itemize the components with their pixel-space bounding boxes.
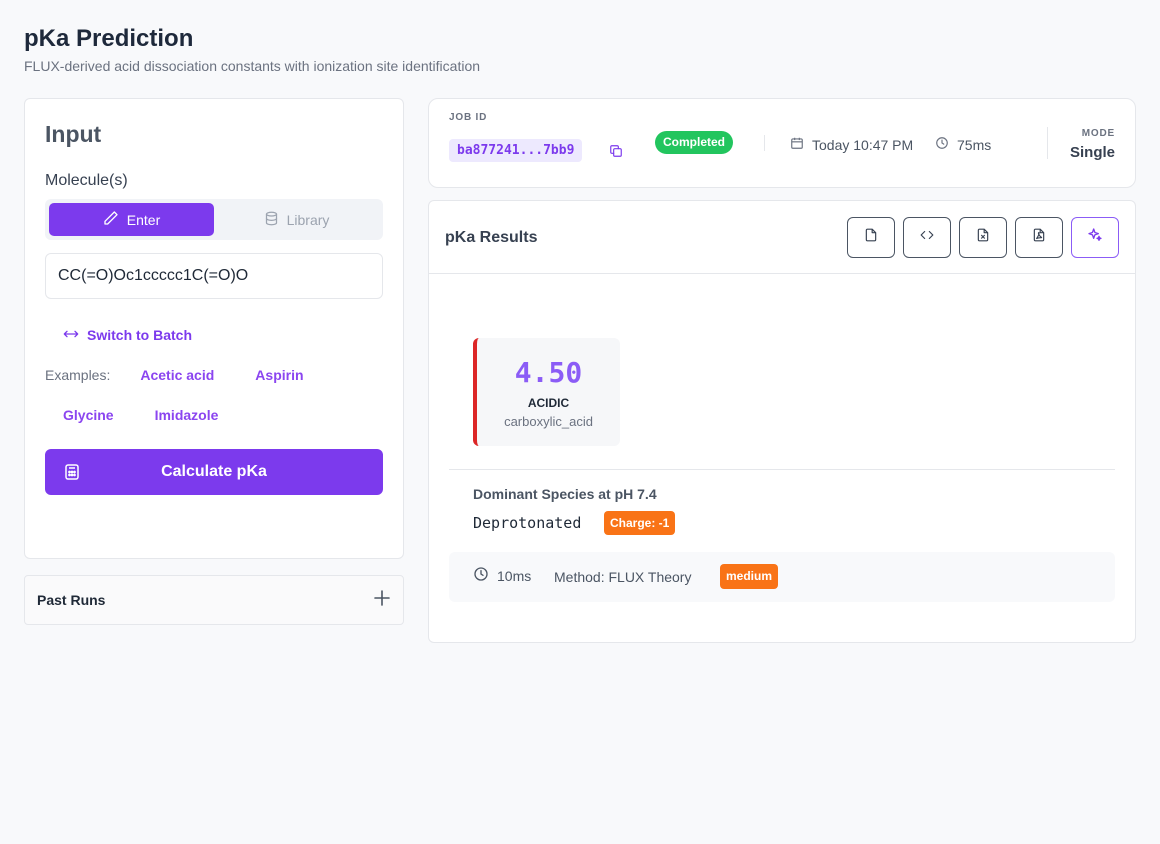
results-card: pKa Results 4.50 ACIDIC carboxylic_acid …	[428, 200, 1136, 643]
pdf-icon	[1032, 227, 1046, 248]
tab-library-label: Library	[286, 211, 330, 228]
past-runs-accordion[interactable]: Past Runs	[24, 575, 404, 625]
page-header: pKa Prediction FLUX-derived acid dissoci…	[24, 24, 480, 74]
switch-to-batch-link[interactable]: Switch to Batch	[63, 325, 383, 345]
job-divider	[764, 135, 765, 151]
charge-badge: Charge: -1	[604, 511, 676, 535]
pka-type: ACIDIC	[527, 396, 570, 410]
status-badge: Completed	[655, 131, 734, 154]
clock-icon	[473, 566, 489, 585]
compute-time: 10ms	[473, 566, 531, 585]
dominant-species-title: Dominant Species at pH 7.4	[473, 486, 657, 502]
database-icon	[264, 211, 279, 229]
calendar-icon	[790, 136, 804, 153]
job-date: Today 10:47 PM	[790, 136, 913, 153]
example-imidazole[interactable]: Imidazole	[155, 407, 219, 423]
excel-icon	[976, 227, 990, 248]
results-title: pKa Results	[445, 229, 538, 246]
example-acetic-acid[interactable]: Acetic acid	[140, 367, 214, 383]
job-id-label: JOB ID	[449, 112, 488, 123]
tab-enter-label: Enter	[126, 211, 161, 228]
pencil-icon	[103, 210, 119, 229]
confidence-badge: medium	[720, 564, 779, 589]
page-title: pKa Prediction	[24, 25, 194, 52]
copy-icon[interactable]	[609, 144, 623, 163]
tab-library[interactable]: Library	[214, 203, 379, 236]
molecule-label: Molecule(s)	[45, 172, 128, 189]
mode-value: Single	[1069, 144, 1115, 161]
export-json-button[interactable]	[903, 217, 951, 258]
example-glycine[interactable]: Glycine	[63, 407, 114, 423]
results-divider	[449, 469, 1115, 470]
input-panel: Input Molecule(s) Enter Library Switch t…	[24, 98, 404, 559]
job-id-value: ba877241...7bb9	[449, 139, 583, 162]
input-title: Input	[45, 121, 102, 147]
results-header: pKa Results	[429, 201, 1135, 274]
sparkle-icon	[1087, 227, 1103, 248]
plus-icon[interactable]	[373, 589, 391, 612]
pka-site-card: 4.50 ACIDIC carboxylic_acid	[473, 338, 620, 446]
job-date-text: Today 10:47 PM	[812, 136, 914, 153]
pka-value: 4.50	[514, 356, 583, 389]
switch-to-batch-label: Switch to Batch	[87, 327, 193, 343]
file-icon	[864, 227, 878, 248]
job-info-card: JOB ID ba877241...7bb9 Completed Today 1…	[428, 98, 1136, 188]
export-file-button[interactable]	[847, 217, 895, 258]
examples-row-2: Glycine Imidazole	[63, 407, 383, 423]
example-aspirin[interactable]: Aspirin	[255, 367, 303, 383]
mode-label: MODE	[1081, 128, 1115, 139]
examples-row: Examples: Acetic acid Aspirin	[45, 367, 383, 383]
export-excel-button[interactable]	[959, 217, 1007, 258]
export-pdf-button[interactable]	[1015, 217, 1063, 258]
method-text: Method: FLUX Theory	[554, 569, 692, 585]
molecule-input[interactable]	[45, 253, 383, 299]
past-runs-label: Past Runs	[37, 592, 106, 608]
clock-icon	[935, 136, 949, 153]
input-mode-toggle: Enter Library	[45, 199, 383, 240]
job-duration-text: 75ms	[957, 136, 992, 153]
job-divider-mode	[1047, 127, 1048, 159]
tab-enter[interactable]: Enter	[49, 203, 214, 236]
pka-functional-group: carboxylic_acid	[504, 414, 593, 429]
calculate-pka-button[interactable]: Calculate pKa	[45, 449, 383, 495]
arrows-horizontal-icon	[63, 325, 79, 345]
code-icon	[919, 228, 935, 247]
dominant-species-value: Deprotonated	[473, 514, 582, 532]
results-footer: 10ms Method: FLUX Theory medium	[449, 552, 1115, 602]
calculate-pka-label: Calculate pKa	[161, 463, 267, 480]
compute-time-text: 10ms	[497, 567, 532, 584]
calculator-icon	[65, 464, 79, 485]
ai-insights-button[interactable]	[1071, 217, 1119, 258]
job-duration: 75ms	[935, 136, 991, 153]
examples-label: Examples:	[45, 367, 111, 383]
page-subtitle: FLUX-derived acid dissociation constants…	[24, 58, 481, 74]
